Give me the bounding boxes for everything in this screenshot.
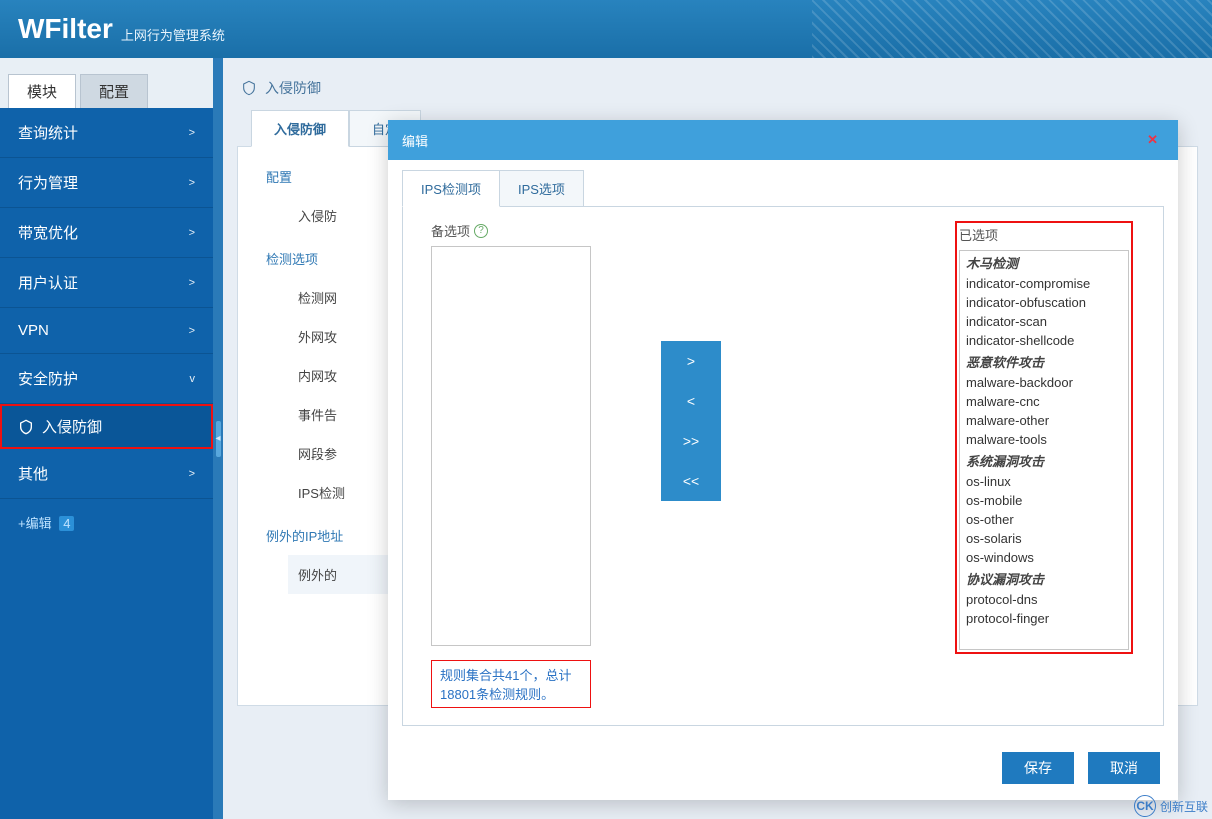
chevron-right-icon: > <box>189 127 195 139</box>
available-label-text: 备选项 <box>431 221 470 240</box>
cancel-button[interactable]: 取消 <box>1088 752 1160 784</box>
menu-label: 带宽优化 <box>18 222 78 243</box>
modal-body: IPS检测项 IPS选项 备选项 ? 规则集合共41个，总计18801条检测规则… <box>388 160 1178 740</box>
submenu-intrusion-prevention[interactable]: 入侵防御 <box>0 404 213 449</box>
list-item[interactable]: os-other <box>960 510 1128 529</box>
menu-user-auth[interactable]: 用户认证 > <box>0 258 213 308</box>
list-item[interactable]: 恶意软件攻击 <box>960 350 1128 373</box>
rule-summary-text: 规则集合共41个，总计18801条检测规则。 <box>431 660 591 708</box>
edit-label: +编辑 <box>18 516 52 531</box>
list-item[interactable]: indicator-obfuscation <box>960 293 1128 312</box>
list-item[interactable]: malware-tools <box>960 430 1128 449</box>
chevron-right-icon: > <box>189 325 195 337</box>
list-item[interactable]: 协议漏洞攻击 <box>960 567 1128 590</box>
available-column: 备选项 ? 规则集合共41个，总计18801条检测规则。 <box>431 221 591 708</box>
list-item[interactable]: malware-backdoor <box>960 373 1128 392</box>
menu-vpn[interactable]: VPN > <box>0 308 213 354</box>
list-item[interactable]: indicator-compromise <box>960 274 1128 293</box>
modal-footer: 保存 取消 <box>388 740 1178 800</box>
modal-tabs: IPS检测项 IPS选项 <box>402 170 1164 207</box>
watermark: CK 创新互联 <box>1134 795 1208 817</box>
close-icon: ✕ <box>1147 132 1158 147</box>
modal-panel: 备选项 ? 规则集合共41个，总计18801条检测规则。 > < >> << 已… <box>402 206 1164 726</box>
brand-name: WFilter <box>18 13 113 45</box>
breadcrumb-text: 入侵防御 <box>265 78 321 98</box>
menu-label: 用户认证 <box>18 272 78 293</box>
move-all-left-button[interactable]: << <box>661 461 721 501</box>
modal-close-button[interactable]: ✕ <box>1141 130 1164 150</box>
breadcrumb: 入侵防御 <box>241 78 1194 98</box>
submenu-label: 入侵防御 <box>42 416 102 437</box>
menu-label: VPN <box>18 322 49 339</box>
selected-column: 已选项 木马检测indicator-compromiseindicator-ob… <box>955 221 1133 654</box>
modal-header: 编辑 ✕ <box>388 120 1178 160</box>
menu-label: 行为管理 <box>18 172 78 193</box>
list-item[interactable]: indicator-shellcode <box>960 331 1128 350</box>
chevron-down-icon: v <box>190 373 196 385</box>
list-item[interactable]: os-mobile <box>960 491 1128 510</box>
list-item[interactable]: protocol-dns <box>960 590 1128 609</box>
header-decoration <box>812 0 1212 58</box>
modal-title: 编辑 <box>402 131 428 150</box>
move-all-right-button[interactable]: >> <box>661 421 721 461</box>
sidebar-collapse-handle[interactable]: ◂ <box>213 58 223 819</box>
menu-other[interactable]: 其他 > <box>0 449 213 499</box>
watermark-icon: CK <box>1134 795 1156 817</box>
save-button[interactable]: 保存 <box>1002 752 1074 784</box>
edit-badge: 4 <box>59 516 74 531</box>
move-left-button[interactable]: < <box>661 381 721 421</box>
watermark-text: 创新互联 <box>1160 798 1208 815</box>
menu-security[interactable]: 安全防护 v <box>0 354 213 404</box>
menu-query-stats[interactable]: 查询统计 > <box>0 108 213 158</box>
chevron-right-icon: > <box>189 277 195 289</box>
sidebar: 模块 配置 查询统计 > 行为管理 > 带宽优化 > 用户认证 > VPN > … <box>0 58 213 819</box>
side-tab-modules[interactable]: 模块 <box>8 74 76 108</box>
shield-icon <box>18 419 34 435</box>
brand-subtitle: 上网行为管理系统 <box>121 25 225 44</box>
edit-modal: 编辑 ✕ IPS检测项 IPS选项 备选项 ? 规则集合共41个，总计18801… <box>388 120 1178 800</box>
side-tab-config[interactable]: 配置 <box>80 74 148 108</box>
modal-tab-ips-items[interactable]: IPS检测项 <box>402 170 500 207</box>
selected-listbox[interactable]: 木马检测indicator-compromiseindicator-obfusc… <box>959 250 1129 650</box>
list-item[interactable]: 系统漏洞攻击 <box>960 449 1128 472</box>
list-item[interactable]: os-windows <box>960 548 1128 567</box>
menu-behavior[interactable]: 行为管理 > <box>0 158 213 208</box>
available-listbox[interactable] <box>431 246 591 646</box>
collapse-arrow-icon: ◂ <box>216 421 221 457</box>
list-item[interactable]: os-linux <box>960 472 1128 491</box>
transfer-buttons: > < >> << <box>661 341 721 501</box>
list-item[interactable]: os-solaris <box>960 529 1128 548</box>
move-right-button[interactable]: > <box>661 341 721 381</box>
page-tab-intrusion[interactable]: 入侵防御 <box>251 110 349 147</box>
sidebar-edit-link[interactable]: +编辑 4 <box>0 499 213 546</box>
list-item[interactable]: malware-other <box>960 411 1128 430</box>
chevron-right-icon: > <box>189 468 195 480</box>
menu-label: 安全防护 <box>18 368 78 389</box>
chevron-right-icon: > <box>189 227 195 239</box>
chevron-right-icon: > <box>189 177 195 189</box>
dual-listbox: 备选项 ? 规则集合共41个，总计18801条检测规则。 > < >> << 已… <box>421 221 1145 705</box>
list-item[interactable]: malware-cnc <box>960 392 1128 411</box>
menu-bandwidth[interactable]: 带宽优化 > <box>0 208 213 258</box>
modal-tab-ips-options[interactable]: IPS选项 <box>499 170 584 207</box>
menu-label: 查询统计 <box>18 122 78 143</box>
list-item[interactable]: 木马检测 <box>960 251 1128 274</box>
app-header: WFilter 上网行为管理系统 <box>0 0 1212 58</box>
sidebar-top-tabs: 模块 配置 <box>0 58 213 108</box>
list-item[interactable]: indicator-scan <box>960 312 1128 331</box>
menu-label: 其他 <box>18 463 48 484</box>
help-icon[interactable]: ? <box>474 224 488 238</box>
selected-label: 已选项 <box>959 225 1129 244</box>
shield-outline-icon <box>241 80 257 96</box>
list-item[interactable]: protocol-finger <box>960 609 1128 628</box>
available-label: 备选项 ? <box>431 221 591 240</box>
